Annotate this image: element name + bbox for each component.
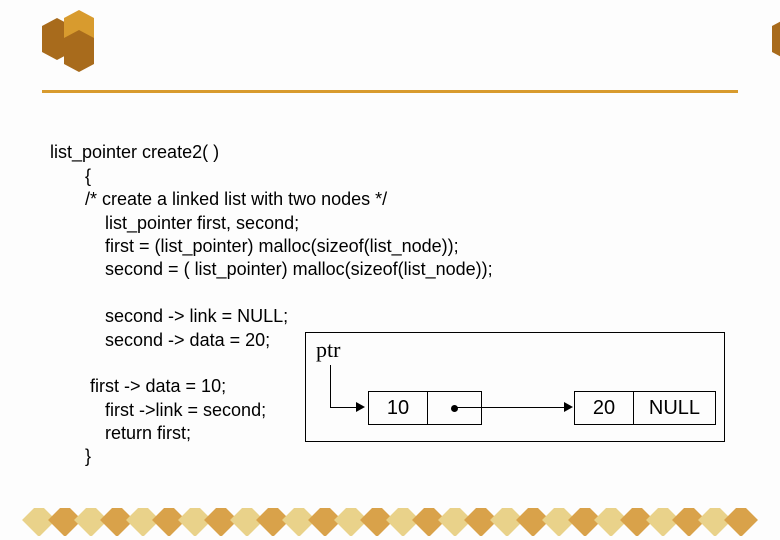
code-line: list_pointer create2( ) [50, 142, 219, 162]
pointer-line [330, 407, 356, 408]
node-link [428, 391, 482, 425]
node-data: 10 [368, 391, 428, 425]
code-line: first ->link = second; [50, 400, 266, 420]
diamond-icon [724, 508, 758, 536]
code-line: first -> data = 10; [50, 376, 226, 396]
code-line: } [50, 446, 91, 466]
footer-decoration [0, 508, 780, 536]
code-line: first = (list_pointer) malloc(sizeof(lis… [50, 236, 459, 256]
code-line: second -> link = NULL; [50, 306, 288, 326]
pointer-dot-icon [451, 405, 458, 412]
code-line: { [50, 166, 91, 186]
hex-icon [64, 38, 94, 64]
ptr-label: ptr [316, 337, 340, 363]
node-data: 20 [574, 391, 634, 425]
code-line: /* create a linked list with two nodes *… [50, 189, 387, 209]
arrow-icon [356, 402, 365, 412]
hex-icon [772, 26, 780, 52]
pointer-line [330, 365, 331, 407]
header-decoration [0, 18, 780, 78]
code-line: return first; [50, 423, 191, 443]
code-line: second = ( list_pointer) malloc(sizeof(l… [50, 259, 493, 279]
link-line [456, 407, 564, 408]
title-underline [42, 90, 738, 93]
node-second: 20 NULL [574, 391, 716, 425]
code-line: second -> data = 20; [50, 330, 270, 350]
code-line: list_pointer first, second; [50, 213, 299, 233]
node-null: NULL [634, 391, 716, 425]
linked-list-figure: ptr 10 20 NULL [305, 332, 725, 442]
arrow-icon [564, 402, 573, 412]
node-first: 10 [368, 391, 482, 425]
